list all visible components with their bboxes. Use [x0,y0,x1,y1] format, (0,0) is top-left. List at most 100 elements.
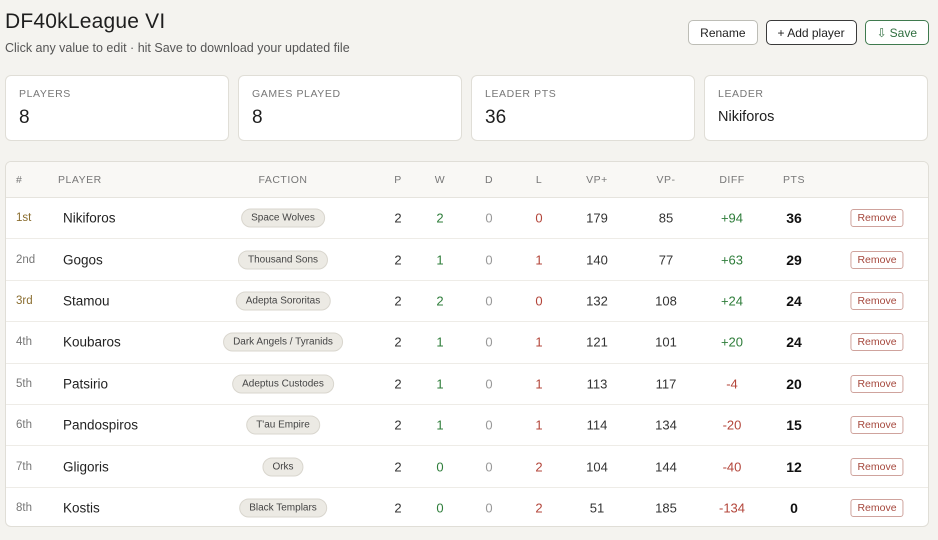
remove-button[interactable]: Remove [850,499,904,518]
vp-plus-cell[interactable]: 51 [590,501,604,516]
vp-plus-cell[interactable]: 132 [586,293,608,308]
draws-cell[interactable]: 0 [485,376,492,391]
stat-card-leader: LEADER Nikiforos [704,75,928,141]
vp-minus-cell[interactable]: 134 [655,418,677,433]
vp-plus-cell[interactable]: 113 [587,376,608,391]
table-row: 6th Pandospiros T'au Empire 2 1 0 1 114 134 -20 15… [6,405,928,447]
table-row: 8th Kostis Black Templars 2 0 0 2 51 185 -134 0 Rem… [6,488,928,526]
table-body: 1st Nikiforos Space Wolves 2 2 0 0 179 85 +94 36 Re… [6,198,928,526]
losses-cell[interactable]: 0 [535,211,542,226]
draws-cell[interactable]: 0 [485,293,492,308]
wins-cell[interactable]: 2 [436,293,443,308]
rank-cell: 7th [16,460,32,473]
faction-pill[interactable]: Orks [262,457,304,477]
player-name-cell[interactable]: Koubaros [63,335,121,350]
played-cell[interactable]: 2 [394,252,401,267]
standings-table: # PLAYER FACTION P W D L VP+ VP- DIFF PT… [5,161,929,527]
remove-button[interactable]: Remove [850,250,904,269]
vp-minus-cell[interactable]: 85 [659,211,673,226]
losses-cell[interactable]: 1 [535,418,542,433]
rank-cell: 4th [16,336,32,349]
player-name-cell[interactable]: Nikiforos [63,211,116,226]
wins-cell[interactable]: 0 [436,501,443,516]
vp-plus-cell[interactable]: 104 [586,459,608,474]
header-d: D [484,174,494,186]
stat-card-players: PLAYERS 8 [5,75,229,141]
vp-plus-cell[interactable]: 179 [586,211,608,226]
draws-cell[interactable]: 0 [485,252,492,267]
vp-plus-cell[interactable]: 140 [586,252,608,267]
vp-minus-cell[interactable]: 185 [655,501,677,516]
played-cell[interactable]: 2 [394,211,401,226]
vp-plus-cell[interactable]: 121 [586,335,608,350]
player-name-cell[interactable]: Gogos [63,252,103,267]
rank-cell: 3rd [16,294,33,307]
table-row: 4th Koubaros Dark Angels / Tyranids 2 1 0 1 121… [6,322,928,364]
diff-cell: -40 [722,459,742,475]
faction-pill[interactable]: Thousand Sons [237,250,329,270]
remove-button[interactable]: Remove [850,333,904,352]
played-cell[interactable]: 2 [394,459,401,474]
rank-cell: 1st [16,212,32,225]
wins-cell[interactable]: 0 [436,459,443,474]
played-cell[interactable]: 2 [394,293,401,308]
points-cell: 24 [786,334,802,351]
player-name-cell[interactable]: Patsirio [63,376,108,391]
remove-button[interactable]: Remove [850,416,904,435]
page-title[interactable]: DF40kLeague VI [5,10,350,34]
remove-button[interactable]: Remove [850,374,904,393]
faction-pill[interactable]: Dark Angels / Tyranids [223,332,343,352]
wins-cell[interactable]: 1 [436,252,443,267]
faction-pill[interactable]: T'au Empire [246,415,320,435]
losses-cell[interactable]: 1 [535,252,542,267]
losses-cell[interactable]: 1 [535,376,542,391]
draws-cell[interactable]: 0 [485,211,492,226]
stat-card-games-played: GAMES PLAYED 8 [238,75,462,141]
vp-minus-cell[interactable]: 77 [659,252,673,267]
stat-label: LEADER PTS [485,88,557,100]
header-rank: # [16,174,23,186]
vp-plus-cell[interactable]: 114 [587,418,608,433]
vp-minus-cell[interactable]: 117 [656,376,677,391]
losses-cell[interactable]: 2 [535,459,542,474]
remove-button[interactable]: Remove [850,291,904,310]
losses-cell[interactable]: 2 [535,501,542,516]
stat-value: 8 [19,107,30,128]
add-player-button[interactable]: + Add player [765,20,857,45]
wins-cell[interactable]: 1 [436,376,443,391]
stats-row: PLAYERS 8 GAMES PLAYED 8 LEADER PTS 36 L… [5,75,928,141]
wins-cell[interactable]: 2 [436,211,443,226]
draws-cell[interactable]: 0 [485,335,492,350]
save-button[interactable]: ⇩ Save [864,20,929,45]
vp-minus-cell[interactable]: 144 [655,459,677,474]
faction-pill[interactable]: Black Templars [239,498,327,518]
played-cell[interactable]: 2 [394,501,401,516]
wins-cell[interactable]: 1 [436,335,443,350]
wins-cell[interactable]: 1 [436,418,443,433]
played-cell[interactable]: 2 [394,376,401,391]
player-name-cell[interactable]: Kostis [63,501,100,516]
remove-button[interactable]: Remove [850,209,904,228]
faction-pill[interactable]: Space Wolves [241,208,325,228]
player-name-cell[interactable]: Gligoris [63,459,109,474]
faction-pill[interactable]: Adeptus Custodes [232,374,334,394]
remove-button[interactable]: Remove [850,457,904,476]
diff-cell: +63 [720,252,744,268]
vp-minus-cell[interactable]: 108 [655,293,677,308]
played-cell[interactable]: 2 [394,418,401,433]
faction-pill[interactable]: Adepta Sororitas [235,291,331,311]
header-diff: DIFF [719,174,745,186]
draws-cell[interactable]: 0 [485,418,492,433]
draws-cell[interactable]: 0 [485,501,492,516]
draws-cell[interactable]: 0 [485,459,492,474]
player-name-cell[interactable]: Pandospiros [63,418,138,433]
losses-cell[interactable]: 1 [535,335,542,350]
losses-cell[interactable]: 0 [535,293,542,308]
rename-button[interactable]: Rename [688,20,758,45]
points-cell: 12 [786,458,802,475]
player-name-cell[interactable]: Stamou [63,293,110,308]
diff-cell: -20 [722,417,742,433]
played-cell[interactable]: 2 [394,335,401,350]
vp-minus-cell[interactable]: 101 [655,335,677,350]
download-icon: ⇩ [876,25,887,40]
